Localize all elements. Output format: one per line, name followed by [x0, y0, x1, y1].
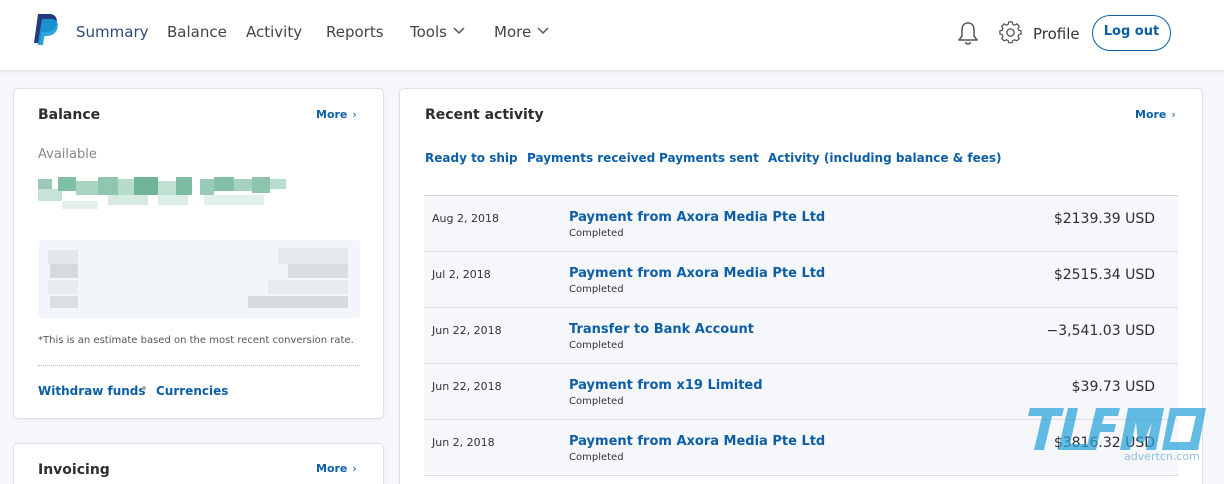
- balance-card: Balance More › Available *This is an est…: [13, 88, 384, 419]
- nav-balance[interactable]: Balance: [167, 22, 227, 42]
- chevron-down-icon: [453, 27, 465, 35]
- row-status: Completed: [569, 284, 624, 295]
- row-date: Jun 22, 2018: [432, 324, 502, 337]
- filter-ready-to-ship[interactable]: Ready to ship: [425, 151, 518, 165]
- withdraw-funds-link[interactable]: Withdraw funds: [38, 384, 146, 398]
- balance-more-label: More: [316, 108, 348, 121]
- table-row[interactable]: Jun 22, 2018 Transfer to Bank Account Co…: [424, 308, 1178, 364]
- row-amount: −3,541.03 USD: [1046, 323, 1155, 339]
- row-description[interactable]: Payment from Axora Media Pte Ltd: [569, 210, 825, 225]
- profile-link[interactable]: Profile: [1033, 24, 1080, 44]
- paypal-logo-icon[interactable]: [31, 13, 59, 46]
- row-date: Aug 2, 2018: [432, 212, 499, 225]
- watermark-text: advertcn.com: [1124, 450, 1200, 462]
- row-description[interactable]: Payment from Axora Media Pte Ltd: [569, 434, 825, 449]
- filter-activity-all[interactable]: Activity (including balance & fees): [768, 151, 1001, 165]
- row-date: Jun 2, 2018: [432, 436, 495, 449]
- chevron-down-icon: [537, 27, 549, 35]
- gear-icon[interactable]: [999, 21, 1022, 44]
- invoicing-title: Invoicing: [38, 462, 110, 478]
- invoicing-more-link[interactable]: More ›: [316, 461, 357, 477]
- top-nav: Summary Balance Activity Reports Tools M…: [0, 0, 1224, 70]
- separator-dot: [142, 386, 146, 390]
- filter-payments-received[interactable]: Payments received: [527, 151, 655, 165]
- estimate-note: *This is an estimate based on the most r…: [38, 335, 354, 346]
- chevron-right-icon: ›: [352, 462, 357, 475]
- row-description[interactable]: Payment from Axora Media Pte Ltd: [569, 266, 825, 281]
- balance-title: Balance: [38, 107, 101, 123]
- table-row[interactable]: Jul 2, 2018 Payment from Axora Media Pte…: [424, 252, 1178, 308]
- activity-more-label: More: [1135, 108, 1167, 121]
- logout-button[interactable]: Log out: [1092, 15, 1171, 51]
- row-amount: $39.73 USD: [1071, 379, 1155, 395]
- recent-activity-title: Recent activity: [425, 107, 544, 123]
- nav-summary[interactable]: Summary: [76, 22, 149, 42]
- row-status: Completed: [569, 340, 624, 351]
- row-status: Completed: [569, 452, 624, 463]
- nav-more-label: More: [494, 23, 532, 41]
- estimated-balances-box: [38, 240, 360, 318]
- row-description[interactable]: Transfer to Bank Account: [569, 322, 754, 337]
- invoicing-card: Invoicing More ›: [13, 443, 384, 484]
- currencies-link[interactable]: Currencies: [156, 384, 228, 398]
- bell-icon[interactable]: [957, 21, 979, 45]
- balance-more-link[interactable]: More ›: [316, 107, 357, 123]
- nav-reports[interactable]: Reports: [326, 22, 384, 42]
- table-row[interactable]: Aug 2, 2018 Payment from Axora Media Pte…: [424, 196, 1178, 252]
- pixelated-estimate-values: [48, 248, 348, 308]
- row-description[interactable]: Payment from x19 Limited: [569, 378, 763, 393]
- nav-activity[interactable]: Activity: [246, 22, 302, 42]
- watermark-logo: advertcn.com: [1028, 408, 1206, 462]
- activity-more-link[interactable]: More ›: [1135, 107, 1176, 123]
- invoicing-more-label: More: [316, 462, 348, 475]
- row-date: Jul 2, 2018: [432, 268, 491, 281]
- row-status: Completed: [569, 396, 624, 407]
- available-label: Available: [38, 147, 97, 162]
- row-amount: $2139.39 USD: [1053, 211, 1155, 227]
- nav-more[interactable]: More: [494, 22, 549, 42]
- chevron-right-icon: ›: [1171, 108, 1176, 121]
- divider: [38, 365, 360, 366]
- nav-tools[interactable]: Tools: [410, 22, 465, 42]
- row-status: Completed: [569, 228, 624, 239]
- chevron-right-icon: ›: [352, 108, 357, 121]
- filter-payments-sent[interactable]: Payments sent: [659, 151, 759, 165]
- row-amount: $2515.34 USD: [1053, 267, 1155, 283]
- row-date: Jun 22, 2018: [432, 380, 502, 393]
- nav-tools-label: Tools: [410, 23, 447, 41]
- pixelated-balance-amount: [38, 177, 286, 209]
